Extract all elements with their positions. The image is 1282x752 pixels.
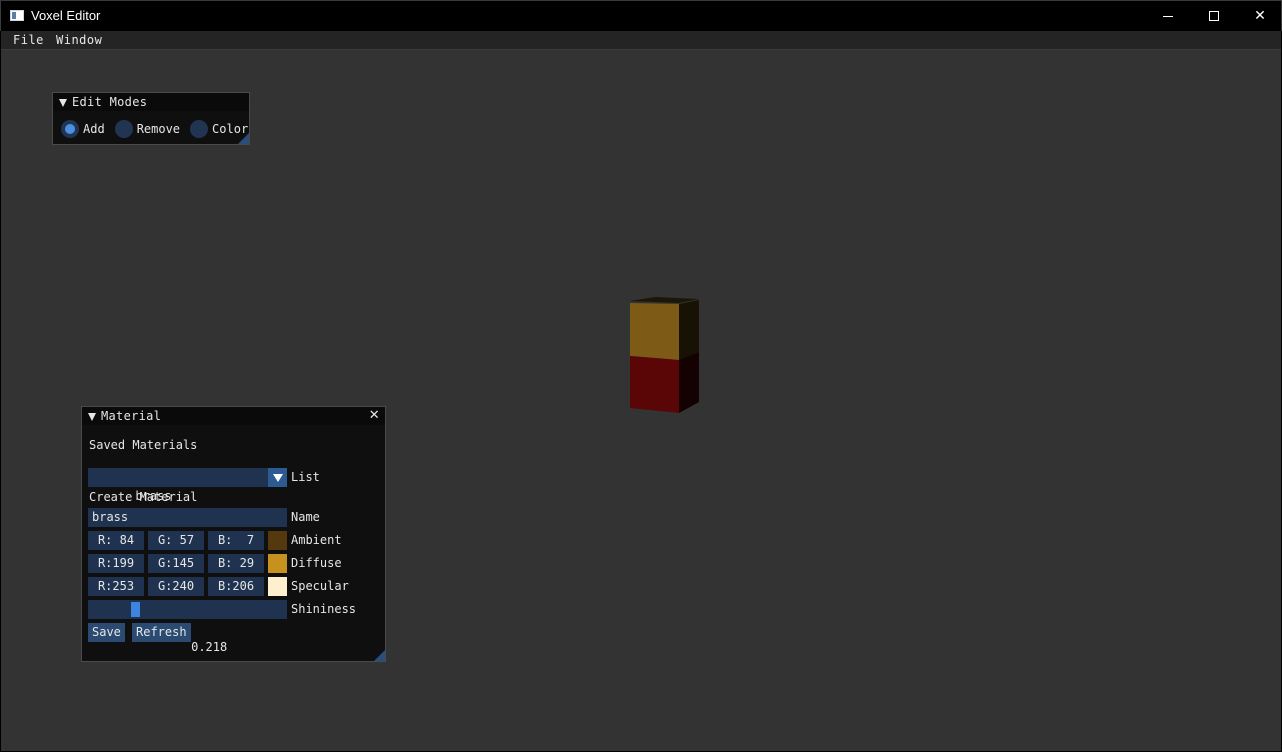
edit-modes-titlebar[interactable]: Edit Modes xyxy=(53,93,249,111)
close-icon: ✕ xyxy=(1254,8,1266,24)
radio-remove[interactable] xyxy=(114,120,133,138)
close-icon[interactable]: ✕ xyxy=(369,407,380,425)
ambient-b-field[interactable]: B: 7 xyxy=(208,531,264,550)
edit-modes-window: Edit Modes Add Remove Color xyxy=(52,92,250,145)
ambient-color-swatch[interactable] xyxy=(268,531,287,550)
window-title: Voxel Editor xyxy=(31,8,101,23)
material-list-combo[interactable]: brass xyxy=(88,468,287,503)
minimize-button[interactable] xyxy=(1145,1,1191,31)
diffuse-g-field[interactable]: G:145 xyxy=(148,554,204,573)
shininess-value: 0.218 xyxy=(191,640,228,654)
maximize-button[interactable] xyxy=(1191,1,1237,31)
material-titlebar[interactable]: Material ✕ xyxy=(82,407,385,425)
name-label: Name xyxy=(291,510,320,524)
voxel-red-front xyxy=(630,356,679,413)
menu-window[interactable]: Window xyxy=(56,33,102,47)
collapse-triangle-icon[interactable] xyxy=(88,413,96,421)
specular-r-field[interactable]: R:253 xyxy=(88,577,144,596)
specular-color-swatch[interactable] xyxy=(268,577,287,596)
close-window-button[interactable]: ✕ xyxy=(1237,1,1282,31)
maximize-icon xyxy=(1209,11,1219,21)
voxel-red-side xyxy=(679,352,699,413)
ambient-r-field[interactable]: R: 84 xyxy=(88,531,144,550)
voxel-brass-side xyxy=(679,300,699,360)
specular-label: Specular xyxy=(291,579,349,593)
window-titlebar[interactable]: Voxel Editor ✕ xyxy=(0,0,1282,31)
edit-modes-title: Edit Modes xyxy=(72,95,148,109)
material-window: Material ✕ Saved Materials brass List Cr… xyxy=(81,406,386,662)
radio-add-label[interactable]: Add xyxy=(83,122,105,136)
slider-grab-handle[interactable] xyxy=(130,602,140,617)
material-title: Material xyxy=(101,409,162,423)
resize-grip[interactable] xyxy=(238,133,249,144)
shininess-slider[interactable]: 0.218 xyxy=(88,600,287,654)
edit-mode-radio-group: Add Remove Color xyxy=(61,120,258,138)
ambient-g-field[interactable]: G: 57 xyxy=(148,531,204,550)
diffuse-r-field[interactable]: R:199 xyxy=(88,554,144,573)
material-name-input[interactable]: brass xyxy=(88,508,287,527)
minimize-icon xyxy=(1163,15,1173,17)
chevron-down-icon[interactable] xyxy=(268,468,287,487)
shininess-label: Shininess xyxy=(291,602,357,616)
specular-b-field[interactable]: B:206 xyxy=(208,577,264,596)
main-menubar: File Window xyxy=(1,31,1281,50)
save-button[interactable]: Save xyxy=(88,623,125,642)
collapse-triangle-icon[interactable] xyxy=(59,99,67,107)
diffuse-b-field[interactable]: B: 29 xyxy=(208,554,264,573)
radio-remove-label[interactable]: Remove xyxy=(137,122,180,136)
menu-file[interactable]: File xyxy=(13,33,44,47)
app-icon xyxy=(10,10,24,21)
saved-materials-label: Saved Materials xyxy=(89,438,198,452)
specular-g-field[interactable]: G:240 xyxy=(148,577,204,596)
list-label: List xyxy=(291,470,320,484)
voxel-brass-front xyxy=(630,303,679,360)
diffuse-color-swatch[interactable] xyxy=(268,554,287,573)
refresh-button[interactable]: Refresh xyxy=(132,623,191,642)
create-material-label: Create Material xyxy=(89,490,198,504)
radio-add[interactable] xyxy=(61,120,79,138)
radio-color[interactable] xyxy=(190,120,209,138)
ambient-label: Ambient xyxy=(291,533,342,547)
resize-grip[interactable] xyxy=(374,650,385,661)
diffuse-label: Diffuse xyxy=(291,556,342,570)
voxel-model[interactable] xyxy=(629,296,699,414)
